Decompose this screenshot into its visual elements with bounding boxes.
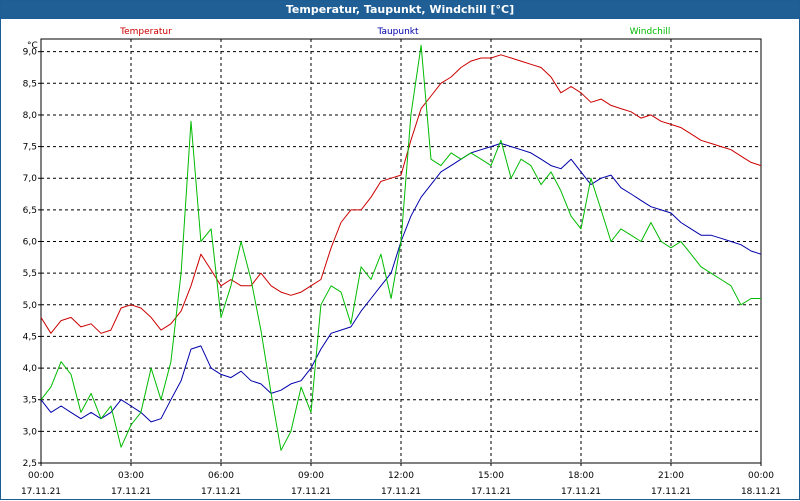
x-tick-time-label: 03:00 xyxy=(118,471,144,481)
y-axis-label: °C xyxy=(27,41,38,51)
line-chart: 2,53,03,54,04,55,05,56,06,57,07,58,08,59… xyxy=(21,27,781,497)
chart-window: Temperatur, Taupunkt, Windchill [°C] 2,5… xyxy=(0,0,800,500)
x-tick-date-label: 17.11.21 xyxy=(561,487,601,497)
y-tick-label: 7,0 xyxy=(23,174,38,184)
y-tick-label: 4,0 xyxy=(23,364,38,374)
y-tick-label: 6,0 xyxy=(23,238,38,248)
x-tick-time-label: 21:00 xyxy=(658,471,684,481)
x-tick-date-label: 17.11.21 xyxy=(111,487,151,497)
x-tick-date-label: 17.11.21 xyxy=(651,487,691,497)
legend-windchill: Windchill xyxy=(630,27,671,37)
x-tick-date-label: 17.11.21 xyxy=(21,487,61,497)
x-tick-date-label: 17.11.21 xyxy=(201,487,241,497)
x-tick-time-label: 00:00 xyxy=(28,471,54,481)
y-tick-label: 8,0 xyxy=(23,111,38,121)
y-tick-label: 7,5 xyxy=(23,143,37,153)
y-tick-label: 8,5 xyxy=(23,79,37,89)
x-tick-date-label: 18.11.21 xyxy=(741,487,781,497)
x-tick-date-label: 17.11.21 xyxy=(291,487,331,497)
y-tick-label: 3,0 xyxy=(23,427,38,437)
x-tick-time-label: 18:00 xyxy=(568,471,594,481)
y-tick-label: 5,0 xyxy=(23,301,38,311)
y-tick-label: 6,5 xyxy=(23,206,37,216)
x-tick-time-label: 06:00 xyxy=(208,471,234,481)
x-tick-date-label: 17.11.21 xyxy=(471,487,511,497)
y-tick-label: 5,5 xyxy=(23,269,37,279)
legend-temperatur: Temperatur xyxy=(119,27,172,37)
x-tick-time-label: 00:00 xyxy=(748,471,774,481)
y-tick-label: 3,5 xyxy=(23,396,37,406)
x-tick-time-label: 12:00 xyxy=(388,471,414,481)
x-tick-date-label: 17.11.21 xyxy=(381,487,421,497)
y-tick-label: 4,5 xyxy=(23,332,37,342)
legend-taupunkt: Taupunkt xyxy=(376,27,419,37)
x-tick-time-label: 09:00 xyxy=(298,471,324,481)
x-tick-time-label: 15:00 xyxy=(478,471,504,481)
y-tick-label: 2,5 xyxy=(23,459,37,469)
